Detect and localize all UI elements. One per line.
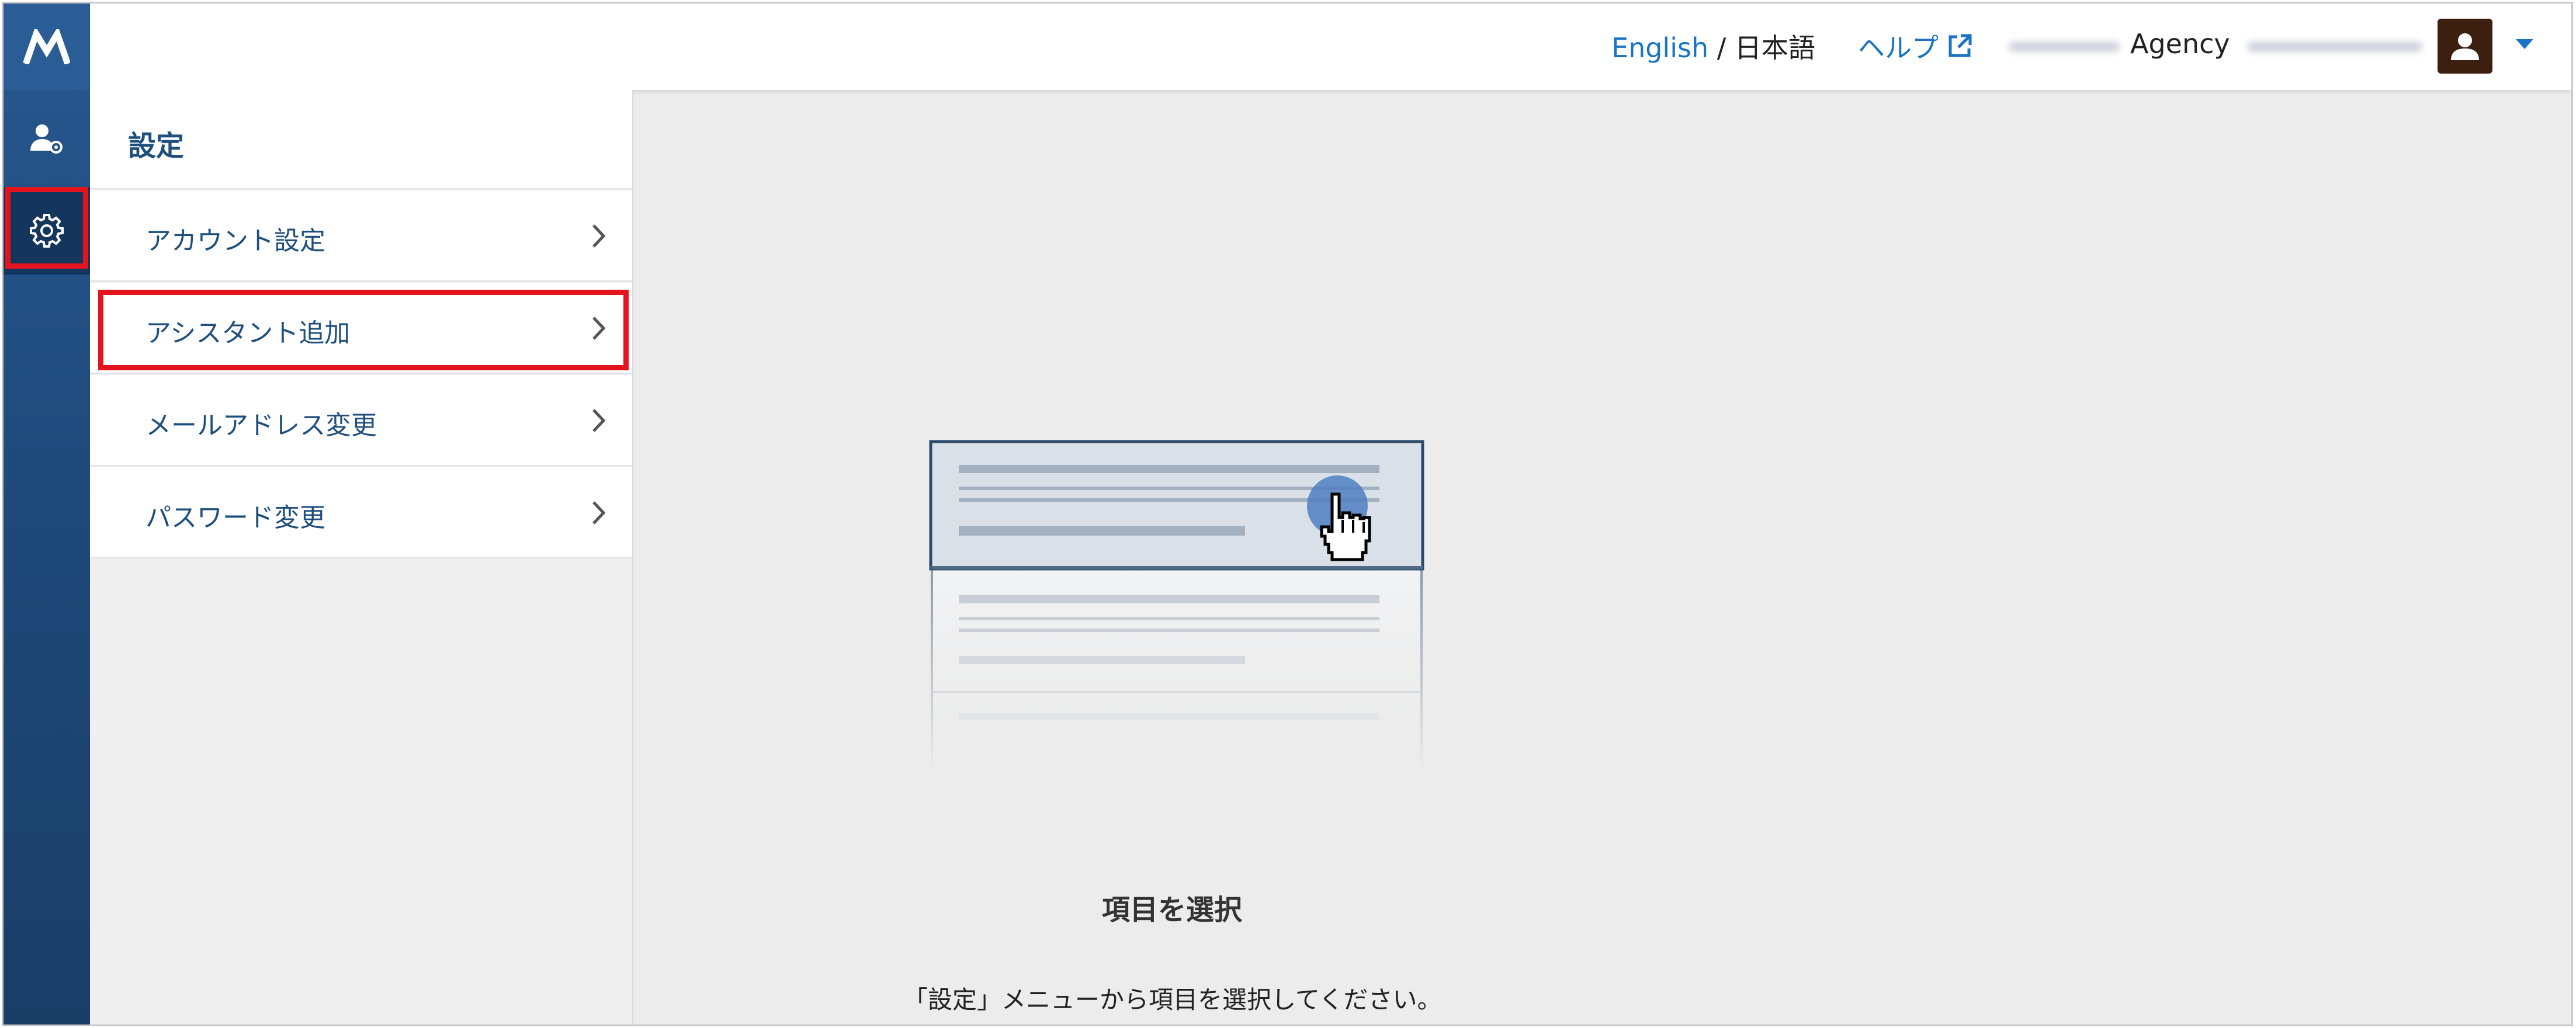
agency-label: Agency (2130, 28, 2230, 60)
settings-panel-title: 設定 (128, 130, 185, 162)
external-link-icon (1949, 34, 1972, 57)
menu-item-label: メールアドレス変更 (145, 411, 377, 440)
select-item-illustration (929, 440, 1424, 772)
chevron-right-icon (592, 409, 606, 432)
help-label: ヘルプ (1858, 32, 1939, 64)
help-link[interactable]: ヘルプ (1858, 27, 1972, 65)
chevron-right-icon (592, 224, 606, 248)
settings-panel-header: 設定 (90, 90, 632, 189)
empty-state-description: 「設定」メニューから項目を選択してください。 (903, 985, 1442, 1014)
chevron-right-icon (592, 501, 606, 525)
lang-english-link[interactable]: English (1611, 32, 1708, 64)
rail-item-user-settings[interactable] (4, 95, 90, 183)
menu-item-label: アカウント設定 (145, 226, 325, 256)
menu-item-account-settings[interactable]: アカウント設定 (90, 190, 632, 282)
blurred-user-name (2247, 42, 2422, 51)
top-header: English / 日本語 ヘルプ Agency (90, 4, 2571, 91)
lang-japanese: 日本語 (1734, 32, 1815, 64)
icon-rail (4, 4, 90, 1024)
user-avatar[interactable] (2438, 19, 2492, 74)
menu-item-label: パスワード変更 (145, 503, 325, 533)
avatar-icon (2451, 33, 2479, 60)
menu-item-change-password[interactable]: パスワード変更 (90, 467, 632, 558)
add-assistant-highlight-box (98, 290, 629, 370)
blurred-account-id (2009, 42, 2120, 51)
logo-icon (23, 29, 70, 64)
logo[interactable] (4, 4, 90, 90)
settings-highlight-box (5, 187, 88, 269)
app-window: English / 日本語 ヘルプ Agency 設定 アカウント設定 アシスタ… (2, 2, 2573, 1026)
caret-down-icon (2516, 39, 2533, 49)
settings-panel: 設定 アカウント設定 アシスタント追加 メールアドレス変更 パスワード変更 (90, 90, 633, 1024)
language-switcher: English / 日本語 (1611, 27, 1815, 65)
empty-state-title: 項目を選択 (1102, 894, 1243, 926)
user-settings-icon (30, 124, 63, 154)
menu-item-change-email[interactable]: メールアドレス変更 (90, 375, 632, 466)
account-menu-toggle[interactable] (2515, 37, 2535, 53)
lang-separator: / (1708, 32, 1735, 64)
